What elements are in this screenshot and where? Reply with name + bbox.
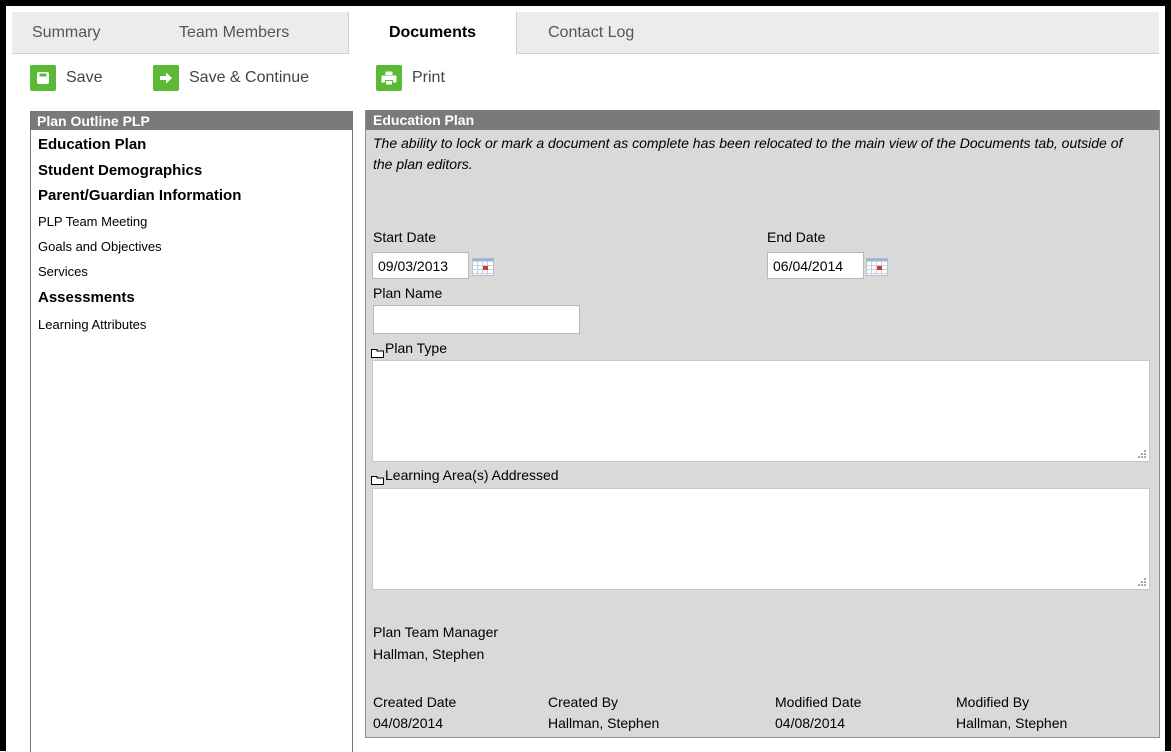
start-date-field[interactable] <box>372 252 469 279</box>
learning-area-textarea[interactable] <box>372 488 1150 590</box>
save-label: Save <box>66 69 103 86</box>
modified-date-label: Modified Date <box>775 694 862 710</box>
start-date-label: Start Date <box>373 229 437 245</box>
outline-item-services[interactable]: Services <box>38 264 88 279</box>
print-label: Print <box>412 69 445 86</box>
calendar-icon[interactable] <box>866 258 888 276</box>
created-date-value: 04/08/2014 <box>373 715 444 731</box>
team-manager-label: Plan Team Manager <box>373 624 499 640</box>
resize-grip-icon[interactable] <box>1137 577 1146 586</box>
calendar-icon[interactable] <box>472 258 494 276</box>
learning-area-heading: Learning Area(s) Addressed <box>371 467 559 485</box>
printer-icon <box>376 65 402 91</box>
save-continue-label: Save & Continue <box>189 69 310 86</box>
end-date-field[interactable] <box>767 252 864 279</box>
save-continue-button[interactable]: Save & Continue <box>153 64 309 92</box>
print-button[interactable]: Print <box>376 64 445 92</box>
expand-icon[interactable] <box>371 472 384 485</box>
created-by-value: Hallman, Stephen <box>548 715 660 731</box>
created-date-label: Created Date <box>373 694 457 710</box>
tab-bar: Summary Team Members Documents Contact L… <box>12 12 1159 54</box>
end-date-label: End Date <box>767 229 826 245</box>
arrow-right-icon <box>153 65 179 91</box>
plan-type-textarea[interactable] <box>372 360 1150 462</box>
editor-title: Education Plan <box>366 110 1159 130</box>
team-manager-value: Hallman, Stephen <box>373 646 485 662</box>
outline-item-parent-guardian-information[interactable]: Parent/Guardian Information <box>38 187 241 204</box>
modified-by-label: Modified By <box>956 694 1030 710</box>
education-plan-editor: Education Plan The ability to lock or ma… <box>365 110 1160 738</box>
modified-by-value: Hallman, Stephen <box>956 715 1068 731</box>
tab-summary[interactable]: Summary <box>32 12 100 53</box>
learning-area-label: Learning Area(s) Addressed <box>385 467 559 483</box>
plan-outline-panel: Plan Outline PLP Education Plan Student … <box>30 111 353 752</box>
tab-documents[interactable]: Documents <box>348 12 517 54</box>
tab-contact-log[interactable]: Contact Log <box>548 12 634 53</box>
plan-outline-title: Plan Outline PLP <box>31 112 352 130</box>
plan-name-field[interactable] <box>373 305 580 334</box>
outline-item-learning-attributes[interactable]: Learning Attributes <box>38 317 146 332</box>
outline-item-assessments[interactable]: Assessments <box>38 289 135 306</box>
outline-item-plp-team-meeting[interactable]: PLP Team Meeting <box>38 214 147 229</box>
plan-type-label: Plan Type <box>385 340 448 356</box>
plan-name-label: Plan Name <box>373 285 443 301</box>
outline-item-education-plan[interactable]: Education Plan <box>38 136 146 153</box>
outline-item-goals-and-objectives[interactable]: Goals and Objectives <box>38 239 162 254</box>
resize-grip-icon[interactable] <box>1137 449 1146 458</box>
tab-team-members[interactable]: Team Members <box>179 12 289 53</box>
created-by-label: Created By <box>548 694 619 710</box>
relocation-note: The ability to lock or mark a document a… <box>373 135 1123 172</box>
outline-item-student-demographics[interactable]: Student Demographics <box>38 162 202 179</box>
expand-icon[interactable] <box>371 345 384 358</box>
save-button[interactable]: Save <box>30 64 102 92</box>
modified-date-value: 04/08/2014 <box>775 715 846 731</box>
floppy-disk-icon <box>30 65 56 91</box>
plan-type-heading: Plan Type <box>371 340 448 358</box>
